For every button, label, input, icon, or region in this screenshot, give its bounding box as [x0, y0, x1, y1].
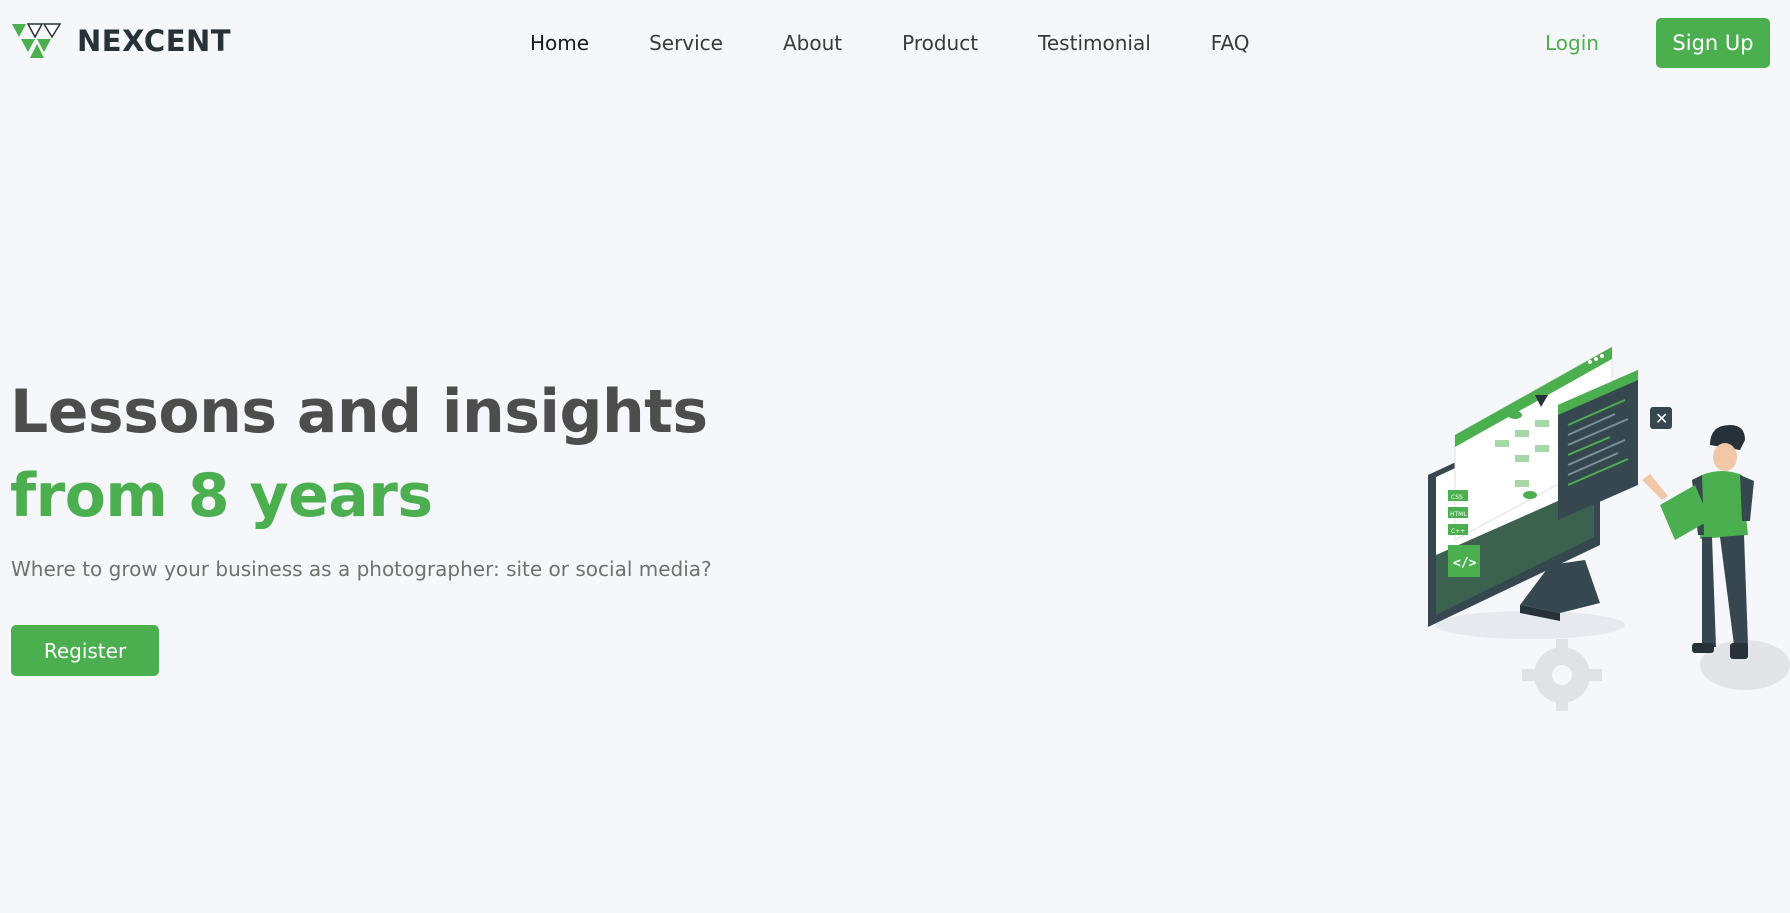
tag-cpp: C++ [1451, 528, 1465, 535]
tag-html: HTML [1450, 511, 1467, 518]
triangle-logo-icon [12, 23, 62, 58]
brand-logo[interactable]: NEXCENT [12, 22, 231, 60]
signup-button[interactable]: Sign Up [1656, 18, 1770, 68]
nav-item-product[interactable]: Product [902, 28, 978, 58]
register-button[interactable]: Register [11, 625, 159, 676]
hero-subtitle: Where to grow your business as a photogr… [11, 557, 712, 581]
nav-item-home[interactable]: Home [530, 28, 589, 58]
site-header: NEXCENT Home Service About Product Testi… [0, 0, 1790, 86]
brand-name: NEXCENT [77, 24, 232, 58]
hero-title-line1: Lessons and insights [10, 377, 708, 447]
nav-item-testimonial[interactable]: Testimonial [1038, 28, 1151, 58]
nav-item-faq[interactable]: FAQ [1211, 28, 1250, 58]
developer-illustration: CSS HTML C++ </> ✕ [1428, 346, 1790, 711]
svg-text:</>: </> [1453, 556, 1477, 571]
main-nav: Home Service About Product Testimonial F… [530, 28, 1310, 58]
login-link[interactable]: Login [1545, 28, 1599, 58]
landing-page: NEXCENT Home Service About Product Testi… [0, 0, 1790, 913]
nav-item-about[interactable]: About [783, 28, 842, 58]
developer-person [1642, 425, 1754, 659]
hero-title-line2: from 8 years [10, 461, 433, 531]
gear-icon [1522, 639, 1602, 711]
tag-css: CSS [1451, 494, 1463, 501]
nav-item-service[interactable]: Service [649, 28, 723, 58]
svg-text:✕: ✕ [1655, 409, 1668, 428]
